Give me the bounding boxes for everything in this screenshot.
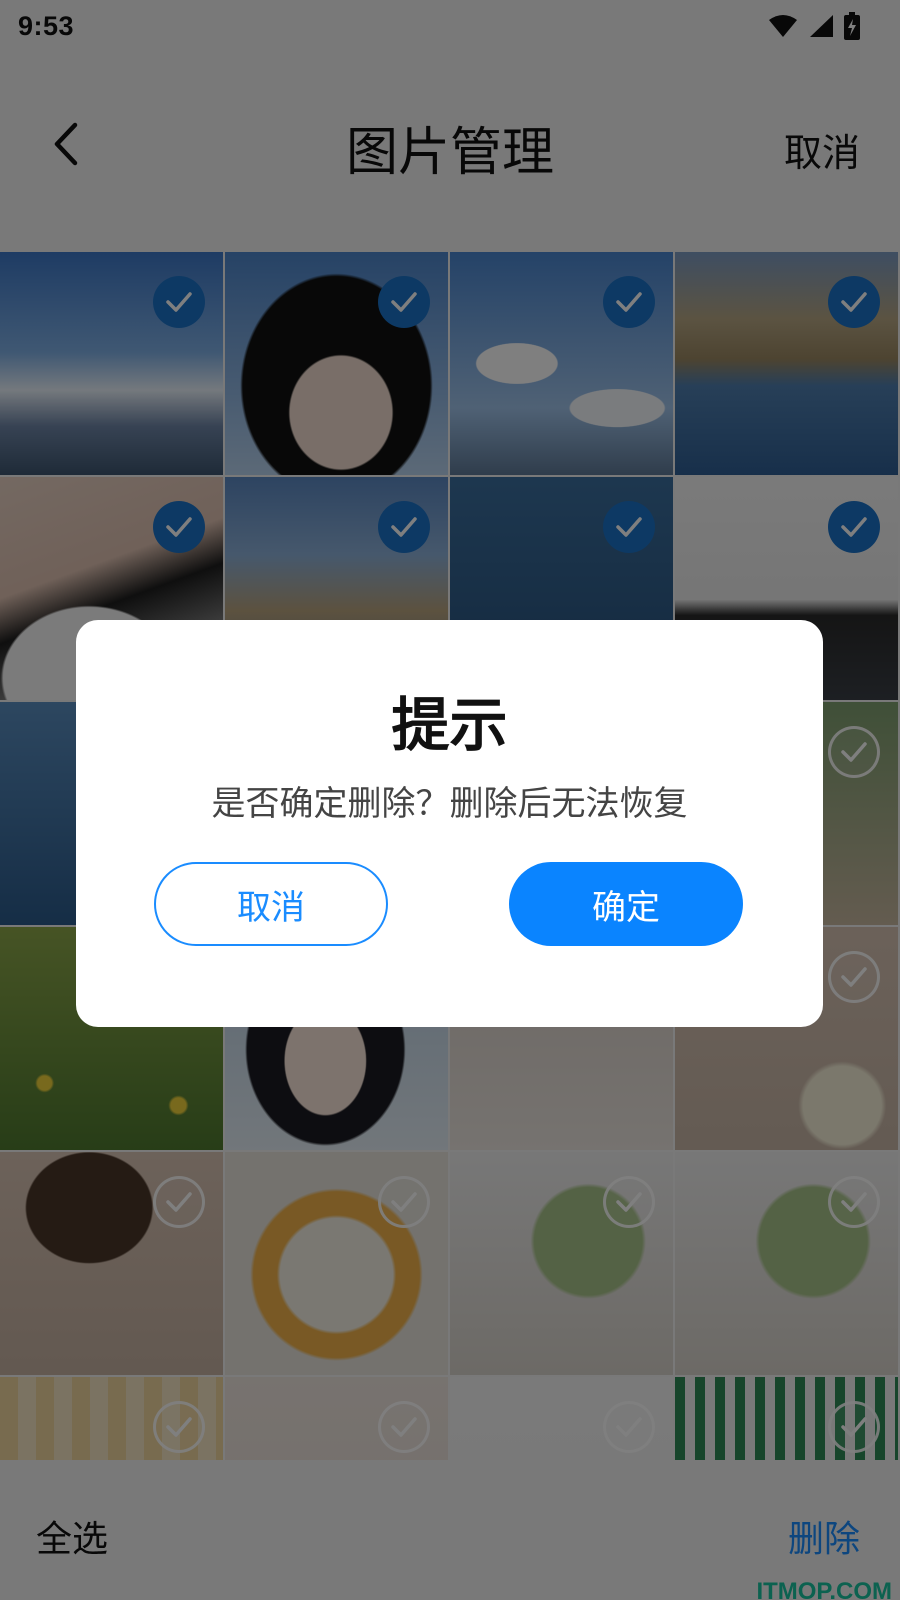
dialog-title: 提示 — [391, 691, 508, 759]
confirm-dialog: 提示 是否确定删除？删除后无法恢复 取消 确定 — [76, 620, 823, 1027]
dialog-cancel-button[interactable]: 取消 — [154, 862, 388, 946]
dialog-confirm-button[interactable]: 确定 — [509, 862, 743, 946]
dialog-message: 是否确定删除？删除后无法恢复 — [211, 784, 688, 824]
